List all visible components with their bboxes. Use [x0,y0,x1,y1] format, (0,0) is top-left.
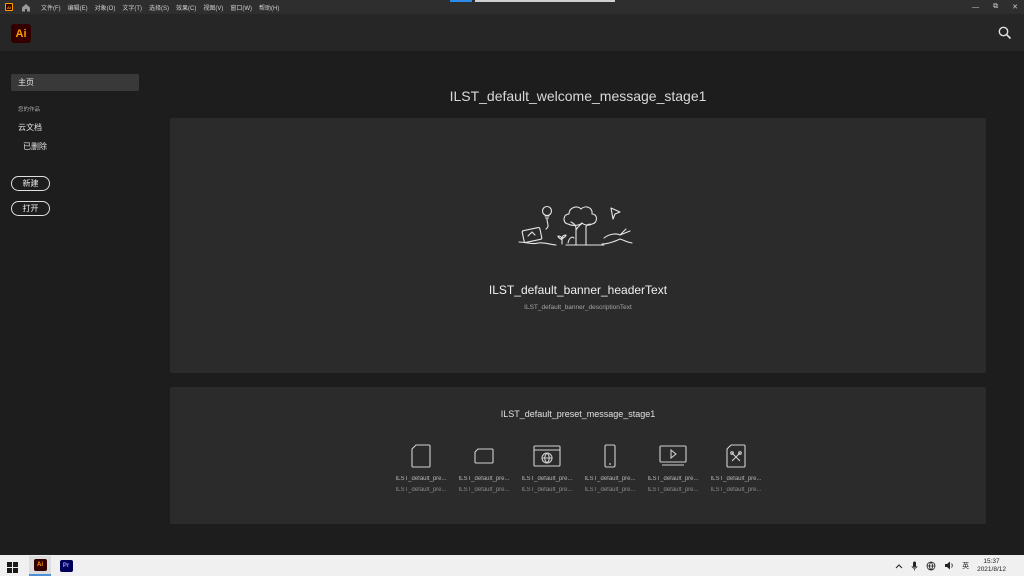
card-icon [455,442,513,470]
preset-size: ILST_default_pre... [710,487,762,493]
clock[interactable]: 15:37 2021/8/12 [977,558,1006,574]
presets-panel [170,387,986,524]
banner-header: ILST_default_banner_headerText [488,283,668,297]
preset-name: ILST_default_pre... [395,476,447,482]
taskbar: Ai Pr 英 15:37 2021/8/12 [0,555,1024,576]
menu-select[interactable]: 选择(S) [149,3,169,12]
open-button[interactable]: 打开 [11,201,50,216]
sidebar-item-label: 已删除 [23,142,47,151]
document-icon [392,442,450,470]
preset-size: ILST_default_pre... [458,487,510,493]
taskbar-illustrator[interactable]: Ai [29,556,51,576]
network-globe-icon[interactable] [926,561,936,571]
workspace-tab-indicator[interactable] [450,0,472,2]
close-button[interactable]: ✕ [1012,3,1018,11]
taskbar-premiere[interactable]: Pr [55,556,77,576]
mobile-icon [581,442,639,470]
preset-name: ILST_default_pre... [458,476,510,482]
clock-time: 15:37 [983,557,1000,565]
windows-start-icon[interactable] [7,560,18,573]
welcome-message: ILST_default_welcome_message_stage1 [449,88,707,104]
preset-size: ILST_default_pre... [584,487,636,493]
preset-card-document[interactable]: ILST_default_pre... ILST_default_pre... [392,442,450,498]
menu-help[interactable]: 帮助(H) [259,3,279,12]
banner-description: ILST_default_banner_descriptionText [524,304,632,311]
sidebar-section-heading: 您的作品 [18,107,41,113]
sidebar-item-deleted[interactable]: 已删除 [11,138,139,155]
sidebar-item-home[interactable]: 主页 [11,74,139,91]
banner-illustration-icon [516,198,636,250]
sidebar: 主页 您的作品 云文档 已删除 新建 打开 [0,51,150,555]
preset-name: ILST_default_pre... [710,476,762,482]
chevron-up-icon[interactable] [895,563,903,569]
menu-type[interactable]: 文字(T) [122,3,142,12]
ime-indicator[interactable]: 英 [962,561,969,571]
presets-title: ILST_default_preset_message_stage1 [500,409,656,419]
menu-bar: Ai 文件(F) 编辑(E) 对象(O) 文字(T) 选择(S) 效果(C) 视… [0,0,1024,14]
preset-card-print[interactable]: ILST_default_pre... ILST_default_pre... [455,442,513,498]
volume-icon[interactable] [944,561,954,570]
sidebar-item-label: 主页 [18,78,34,87]
illustrator-window: Ai 文件(F) 编辑(E) 对象(O) 文字(T) 选择(S) 效果(C) 视… [0,0,1024,576]
preset-card-mobile[interactable]: ILST_default_pre... ILST_default_pre... [581,442,639,498]
app-header: Ai [0,14,1024,51]
app-menu-icon[interactable]: Ai [5,3,13,11]
menu-file[interactable]: 文件(F) [41,3,61,12]
preset-name: ILST_default_pre... [521,476,573,482]
home-icon[interactable] [21,3,31,12]
menu-object[interactable]: 对象(O) [95,3,116,12]
workspace-switcher[interactable] [475,0,615,2]
menu-edit[interactable]: 编辑(E) [68,3,88,12]
illustrator-logo: Ai [11,24,31,43]
preset-size: ILST_default_pre... [395,487,447,493]
menu-view[interactable]: 视图(V) [203,3,223,12]
minimize-button[interactable]: — [972,4,979,11]
preset-card-video[interactable]: ILST_default_pre... ILST_default_pre... [644,442,702,498]
clock-date: 2021/8/12 [977,565,1006,573]
sidebar-item-cloud-docs[interactable]: 云文档 [11,119,139,136]
system-tray: 英 15:37 2021/8/12 [895,555,1024,576]
restore-button[interactable]: ⧉ [993,3,998,11]
microphone-icon[interactable] [911,561,918,571]
sidebar-item-label: 云文档 [18,123,42,132]
premiere-app-icon: Pr [59,560,73,572]
menu-window[interactable]: 窗口(W) [230,3,252,12]
preset-name: ILST_default_pre... [647,476,699,482]
menu-effect[interactable]: 效果(C) [176,3,196,12]
search-icon[interactable] [998,26,1012,40]
preset-size: ILST_default_pre... [521,487,573,493]
web-icon [518,442,576,470]
art-icon [707,442,765,470]
preset-card-web[interactable]: ILST_default_pre... ILST_default_pre... [518,442,576,498]
illustrator-app-icon: Ai [33,559,47,571]
preset-size: ILST_default_pre... [647,487,699,493]
window-controls: — ⧉ ✕ [972,0,1018,14]
preset-name: ILST_default_pre... [584,476,636,482]
video-icon [644,442,702,470]
preset-card-art[interactable]: ILST_default_pre... ILST_default_pre... [707,442,765,498]
new-button[interactable]: 新建 [11,176,50,191]
